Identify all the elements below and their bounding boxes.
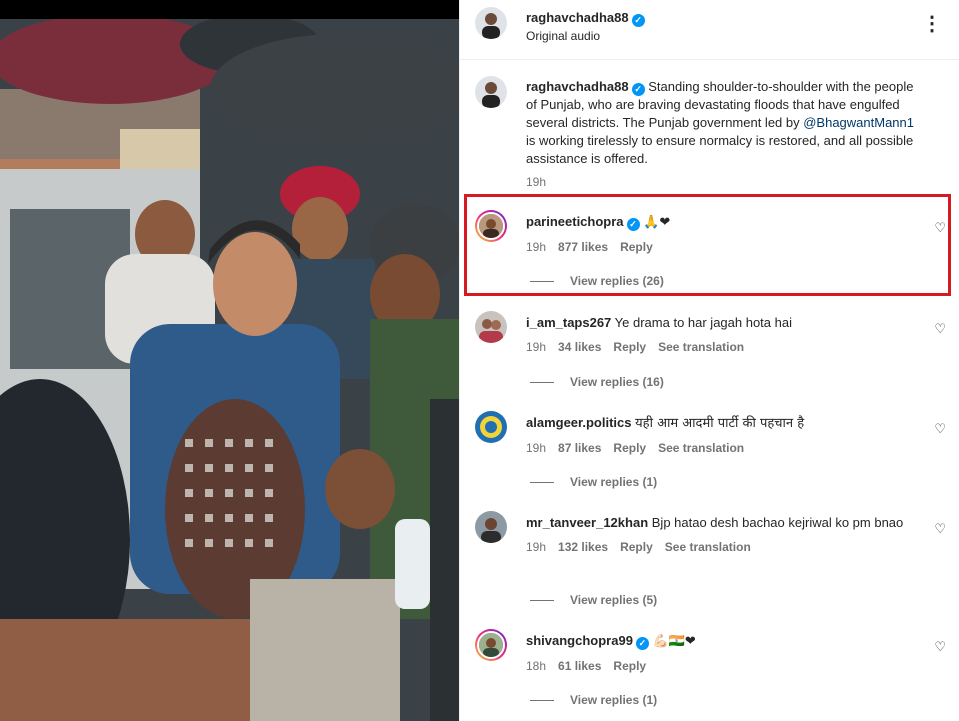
comment-time: 19h <box>526 540 547 554</box>
comment-text: Bjp hatao desh bachao kejriwal ko pm bna… <box>651 515 904 530</box>
heart-outline-icon[interactable]: ♡ <box>934 321 946 337</box>
commenter-avatar[interactable] <box>475 511 507 543</box>
commenter-avatar[interactable] <box>475 210 507 242</box>
comment-time: 18h <box>526 659 547 673</box>
caption-body-end: is working tirelessly to ensure normalcy… <box>526 133 914 166</box>
commenter-username[interactable]: i_am_taps267 <box>526 315 611 330</box>
view-replies-label: View replies (16) <box>570 375 664 389</box>
view-replies-button[interactable]: View replies (5) <box>530 593 657 607</box>
commenter-username[interactable]: shivangchopra99 <box>526 633 633 648</box>
caption-username[interactable]: raghavchadha88 <box>526 79 629 94</box>
comment-likes[interactable]: 61 likes <box>558 659 601 673</box>
comment-time: 19h <box>526 441 547 455</box>
replies-divider <box>530 482 554 484</box>
verified-badge-icon: ✓ <box>631 83 645 96</box>
comment-text: 💪🏻🇮🇳❤ <box>652 634 696 649</box>
commenter-username[interactable]: alamgeer.politics <box>526 415 632 430</box>
comment-time: 19h <box>526 340 547 354</box>
comment-time: 19h <box>526 240 547 254</box>
reply-button[interactable]: Reply <box>613 659 646 673</box>
verified-badge-icon: ✓ <box>626 218 640 231</box>
reply-button[interactable]: Reply <box>620 540 653 554</box>
comment-likes[interactable]: 34 likes <box>558 340 601 354</box>
caption-avatar[interactable] <box>475 76 507 108</box>
view-replies-label: View replies (5) <box>570 593 658 607</box>
more-options-icon[interactable]: ⋮ <box>922 14 942 34</box>
commenter-username[interactable]: parineetichopra <box>526 214 624 229</box>
see-translation-button[interactable]: See translation <box>658 441 744 455</box>
comment-text: यही आम आदमी पार्टी की पहचान है <box>635 416 805 431</box>
view-replies-button[interactable]: View replies (26) <box>530 274 664 288</box>
audio-link[interactable]: Original audio <box>526 29 600 43</box>
view-replies-label: View replies (1) <box>570 475 658 489</box>
view-replies-label: View replies (1) <box>570 693 658 707</box>
view-replies-button[interactable]: View replies (1) <box>530 693 657 707</box>
commenter-avatar[interactable] <box>475 629 507 661</box>
view-replies-button[interactable]: View replies (16) <box>530 375 664 389</box>
caption-time: 19h <box>526 175 547 189</box>
comment-text: Ye drama to har jagah hota hai <box>614 315 792 330</box>
mention-link[interactable]: @BhagwantMann1 <box>803 115 914 130</box>
comment-text: 🙏❤ <box>643 215 671 230</box>
see-translation-button[interactable]: See translation <box>665 540 751 554</box>
replies-divider <box>530 700 554 702</box>
commenter-avatar[interactable] <box>475 311 507 343</box>
comments-panel: raghavchadha88 ✓ Original audio ⋮ raghavc… <box>459 0 959 721</box>
comment-likes[interactable]: 87 likes <box>558 441 601 455</box>
verified-badge-icon: ✓ <box>631 14 645 27</box>
reply-button[interactable]: Reply <box>613 441 646 455</box>
view-replies-label: View replies (26) <box>570 274 664 288</box>
caption-text: raghavchadha88 ✓ Standing shoulder-to-sho… <box>526 78 926 168</box>
reply-button[interactable]: Reply <box>613 340 646 354</box>
author-avatar[interactable] <box>475 7 507 39</box>
heart-outline-icon[interactable]: ♡ <box>934 639 946 655</box>
commenter-username[interactable]: mr_tanveer_12khan <box>526 515 648 530</box>
post-header: raghavchadha88 ✓ Original audio ⋮ <box>460 0 959 60</box>
post-media[interactable] <box>0 0 459 721</box>
replies-divider <box>530 382 554 384</box>
heart-outline-icon[interactable]: ♡ <box>934 220 946 236</box>
heart-outline-icon[interactable]: ♡ <box>934 421 946 437</box>
post-photo <box>0 19 459 721</box>
heart-outline-icon[interactable]: ♡ <box>934 521 946 537</box>
see-translation-button[interactable]: See translation <box>658 340 744 354</box>
commenter-avatar[interactable] <box>475 411 507 443</box>
author-username[interactable]: raghavchadha88 <box>526 10 629 25</box>
view-replies-button[interactable]: View replies (1) <box>530 475 657 489</box>
comment-likes[interactable]: 877 likes <box>558 240 608 254</box>
comment-likes[interactable]: 132 likes <box>558 540 608 554</box>
media-top-bar <box>0 0 459 19</box>
reply-button[interactable]: Reply <box>620 240 653 254</box>
replies-divider <box>530 281 554 283</box>
verified-badge-icon: ✓ <box>635 637 649 650</box>
replies-divider <box>530 600 554 602</box>
